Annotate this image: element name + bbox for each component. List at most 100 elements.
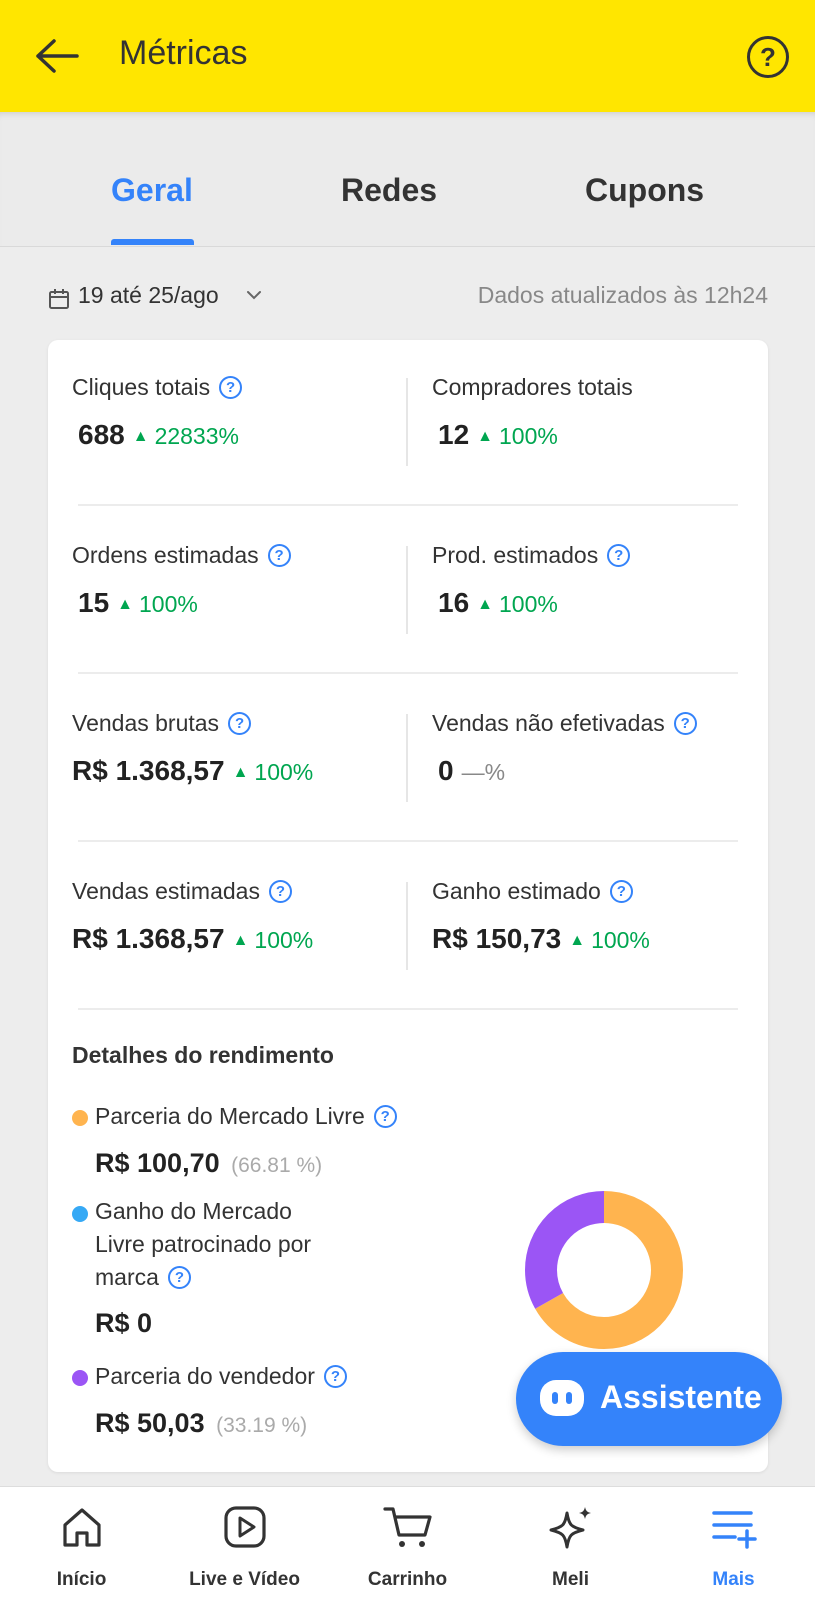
help-icon[interactable]: ? bbox=[609, 880, 633, 903]
help-icon[interactable]: ? bbox=[267, 544, 291, 567]
metrics-card: Cliques totais? 688 ▲ 22833% Compradores t… bbox=[48, 340, 768, 1472]
earnings-value: R$ 100,70 bbox=[95, 1148, 220, 1178]
horizontal-divider bbox=[78, 504, 738, 506]
nav-item-carrinho[interactable]: Carrinho bbox=[326, 1487, 489, 1600]
sparkle-icon bbox=[547, 1505, 595, 1556]
metric-vendas-estimadas: Vendas estimadas? R$ 1.368,57 ▲ 100% bbox=[72, 878, 313, 955]
metric-label: Vendas não efetivadas bbox=[432, 710, 665, 736]
metric-change: 100% bbox=[499, 591, 558, 617]
metric-change: 22833% bbox=[154, 423, 239, 449]
play-icon bbox=[223, 1505, 267, 1554]
metric-label: Prod. estimados bbox=[432, 542, 599, 568]
assistant-label: Assistente bbox=[600, 1379, 762, 1415]
earnings-details-title: Detalhes do rendimento bbox=[72, 1042, 334, 1068]
nav-item-inicio[interactable]: Início bbox=[0, 1487, 163, 1600]
legend-dot-purple bbox=[72, 1370, 88, 1386]
earnings-item-value: R$ 0 bbox=[95, 1308, 152, 1339]
chevron-down-icon[interactable] bbox=[246, 288, 262, 306]
trend-up-icon: ▲ bbox=[477, 596, 493, 613]
tab-bar: Geral Redes Cupons bbox=[0, 112, 815, 247]
date-range-selector[interactable]: 19 até 25/ago bbox=[78, 282, 219, 309]
vertical-divider bbox=[406, 378, 408, 466]
metric-value: R$ 150,73 bbox=[432, 923, 562, 954]
earnings-item-mercado-livre: Parceria do Mercado Livre? bbox=[95, 1100, 397, 1133]
assistant-bot-icon bbox=[538, 1378, 586, 1423]
nav-label: Mais bbox=[712, 1569, 755, 1590]
metric-ordens-estimadas: Ordens estimadas? 15 ▲ 100% bbox=[72, 542, 291, 619]
nav-label: Carrinho bbox=[367, 1569, 448, 1590]
trend-up-icon: ▲ bbox=[569, 932, 586, 949]
nav-item-mais[interactable]: Mais bbox=[652, 1487, 815, 1600]
earnings-item-label-line: Livre patrocinado por bbox=[95, 1231, 312, 1257]
nav-label: Meli bbox=[552, 1569, 589, 1590]
help-circle-icon[interactable]: ? bbox=[747, 36, 789, 78]
cart-icon bbox=[382, 1505, 433, 1554]
metric-change: 100% bbox=[591, 927, 650, 953]
metric-compradores-totais: Compradores totais 12 ▲ 100% bbox=[432, 374, 633, 451]
help-icon[interactable]: ? bbox=[607, 544, 631, 567]
home-icon bbox=[60, 1505, 104, 1554]
metric-change: 100% bbox=[254, 759, 314, 785]
metric-value: R$ 1.368,57 bbox=[72, 755, 225, 786]
metric-label: Compradores totais bbox=[432, 374, 633, 400]
metric-label: Cliques totais bbox=[72, 374, 211, 400]
help-icon[interactable]: ? bbox=[219, 376, 243, 399]
metric-change: 100% bbox=[254, 927, 314, 953]
horizontal-divider bbox=[78, 672, 738, 674]
help-icon[interactable]: ? bbox=[373, 1105, 397, 1128]
top-app-bar: Métricas ? bbox=[0, 0, 815, 112]
metric-vendas-nao-efetivadas: Vendas não efetivadas? 0 —% bbox=[432, 710, 697, 787]
nav-item-live-video[interactable]: Live e Vídeo bbox=[163, 1487, 326, 1600]
date-filter-row: 19 até 25/ago Dados atualizados às 12h24 bbox=[48, 280, 768, 316]
metric-cliques-totais: Cliques totais? 688 ▲ 22833% bbox=[72, 374, 243, 451]
metric-label: Vendas estimadas bbox=[72, 878, 260, 904]
metric-label: Vendas brutas bbox=[72, 710, 220, 736]
metric-value: 16 bbox=[438, 587, 470, 618]
horizontal-divider bbox=[78, 840, 738, 842]
tab-geral[interactable]: Geral bbox=[111, 172, 193, 209]
earnings-value: R$ 50,03 bbox=[95, 1408, 205, 1438]
tab-cupons[interactable]: Cupons bbox=[585, 172, 704, 209]
help-icon[interactable]: ? bbox=[228, 712, 252, 735]
trend-up-icon: ▲ bbox=[232, 764, 249, 781]
metric-ganho-estimado: Ganho estimado? R$ 150,73 ▲ 100% bbox=[432, 878, 650, 955]
metric-change: —% bbox=[461, 759, 506, 785]
metric-label: Ordens estimadas bbox=[72, 542, 259, 568]
earnings-donut-chart bbox=[525, 1191, 683, 1349]
help-icon[interactable]: ? bbox=[268, 880, 292, 903]
trend-up-icon: ▲ bbox=[477, 428, 493, 445]
metric-value: R$ 1.368,57 bbox=[72, 923, 225, 954]
metric-change: 100% bbox=[499, 423, 558, 449]
earnings-item-vendedor: Parceria do vendedor? bbox=[95, 1360, 347, 1393]
metric-value: 15 bbox=[78, 587, 110, 618]
arrow-left-icon[interactable] bbox=[30, 30, 82, 82]
metric-value: 688 bbox=[78, 419, 125, 450]
menu-plus-icon bbox=[711, 1505, 757, 1554]
vertical-divider bbox=[406, 714, 408, 802]
help-icon[interactable]: ? bbox=[167, 1266, 191, 1289]
earnings-item-label-line: marca bbox=[95, 1264, 159, 1290]
earnings-item-label-line: Ganho do Mercado bbox=[95, 1198, 292, 1224]
earnings-item-patrocinado: Ganho do Mercado Livre patrocinado por m… bbox=[95, 1195, 375, 1294]
horizontal-divider bbox=[78, 1008, 738, 1010]
metric-vendas-brutas: Vendas brutas? R$ 1.368,57 ▲ 100% bbox=[72, 710, 313, 787]
metric-value: 0 bbox=[438, 755, 454, 786]
earnings-item-value: R$ 100,70 (66.81 %) bbox=[95, 1148, 322, 1179]
last-updated-text: Dados atualizados às 12h24 bbox=[477, 282, 768, 308]
metric-value: 12 bbox=[438, 419, 470, 450]
help-icon[interactable]: ? bbox=[673, 712, 697, 735]
trend-up-icon: ▲ bbox=[117, 596, 133, 613]
page-title: Métricas bbox=[119, 34, 248, 72]
metric-change: 100% bbox=[139, 591, 198, 617]
vertical-divider bbox=[406, 882, 408, 970]
nav-item-meli[interactable]: Meli bbox=[489, 1487, 652, 1600]
help-icon[interactable]: ? bbox=[323, 1365, 347, 1388]
earnings-item-label: Parceria do Mercado Livre bbox=[95, 1103, 365, 1129]
bottom-navigation: Início Live e Vídeo Carrinho Meli Mais bbox=[0, 1486, 815, 1600]
vertical-divider bbox=[406, 546, 408, 634]
calendar-icon bbox=[48, 288, 70, 315]
assistant-button[interactable]: Assistente bbox=[516, 1352, 782, 1446]
tab-redes[interactable]: Redes bbox=[341, 172, 437, 209]
trend-up-icon: ▲ bbox=[232, 932, 249, 949]
earnings-value: R$ 0 bbox=[95, 1308, 153, 1338]
